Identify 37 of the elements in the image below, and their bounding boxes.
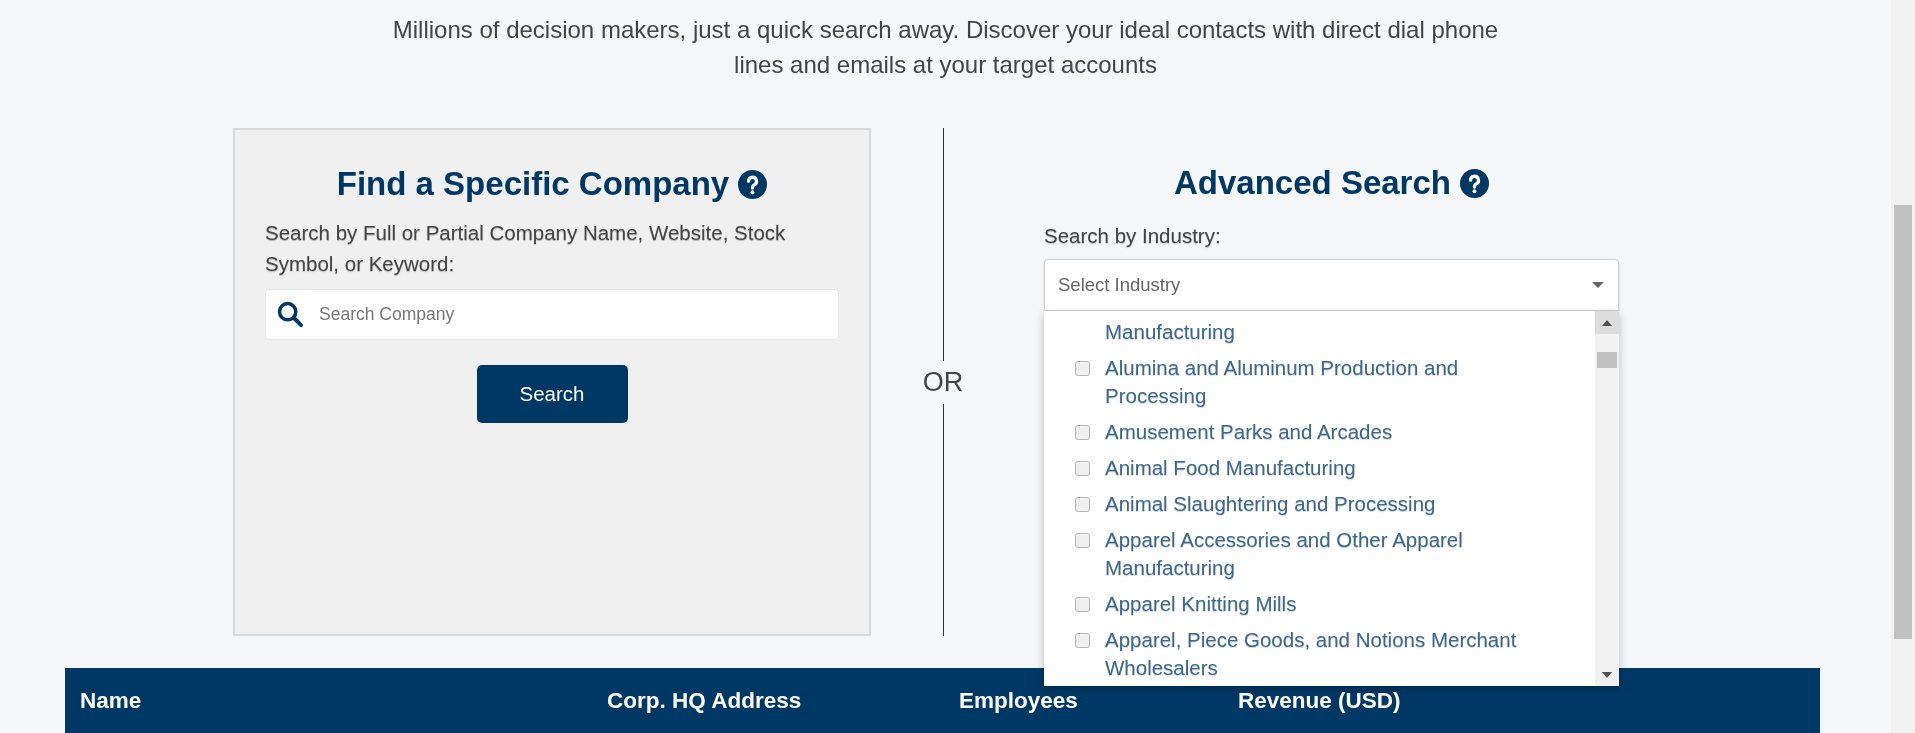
search-button[interactable]: Search [476,365,628,423]
industry-option[interactable]: Amusement Parks and Arcades [1105,418,1550,446]
company-search-field[interactable]: Search Company [265,289,839,340]
industry-option[interactable]: Animal Food Manufacturing [1105,454,1550,482]
caret-icon [1592,282,1604,288]
or-label: OR [922,365,964,399]
search-instructions: Search by Full or Partial Company Name, Website, Stock Symbol, or Keyword: [265,220,787,277]
industry-option[interactable]: Manufacturing [1105,318,1550,346]
industry-option[interactable]: Apparel, Piece Goods, and Notions Merchant Wholesalers [1105,626,1550,682]
intro-text: Millions of decision makers, just a quick search away. Discover your ideal contacts with direct dial phone lines and emails at your target accounts [391,15,1500,80]
scrollbar-thumb[interactable] [1894,205,1912,639]
industry-option[interactable]: Animal Slaughtering and Processing [1105,490,1550,518]
column-header: Name [79,686,143,715]
checkbox[interactable] [1075,533,1090,548]
industry-option[interactable]: Apparel Knitting Mills [1105,590,1550,618]
help-icon[interactable] [1460,168,1489,198]
help-icon[interactable] [738,169,768,199]
industry-label: Search by Industry: [1044,223,1222,249]
column-header: Corp. HQ Address [607,686,803,715]
industry-select[interactable]: Select Industry [1044,259,1619,311]
checkbox[interactable] [1075,597,1090,612]
triangle-up-icon [1602,319,1612,326]
search-icon [276,300,304,328]
industry-option[interactable]: Alumina and Aluminum Production and Processing [1105,354,1550,410]
triangle-down-icon [1602,671,1612,678]
section-title: Advanced Search [1174,163,1451,203]
checkbox[interactable] [1075,461,1090,476]
column-header: Revenue (USD) [1238,686,1402,715]
card-title: Find a Specific Company [336,164,730,204]
checkbox[interactable] [1075,361,1090,376]
industry-option[interactable]: Apparel Accessories and Other Apparel Manufacturing [1105,526,1550,582]
column-header: Employees [959,686,1079,715]
scroll-up-button[interactable] [1595,311,1619,334]
checkbox[interactable] [1075,425,1090,440]
checkbox[interactable] [1075,497,1090,512]
scrollbar-thumb[interactable] [1597,352,1617,368]
checkbox[interactable] [1075,633,1090,648]
